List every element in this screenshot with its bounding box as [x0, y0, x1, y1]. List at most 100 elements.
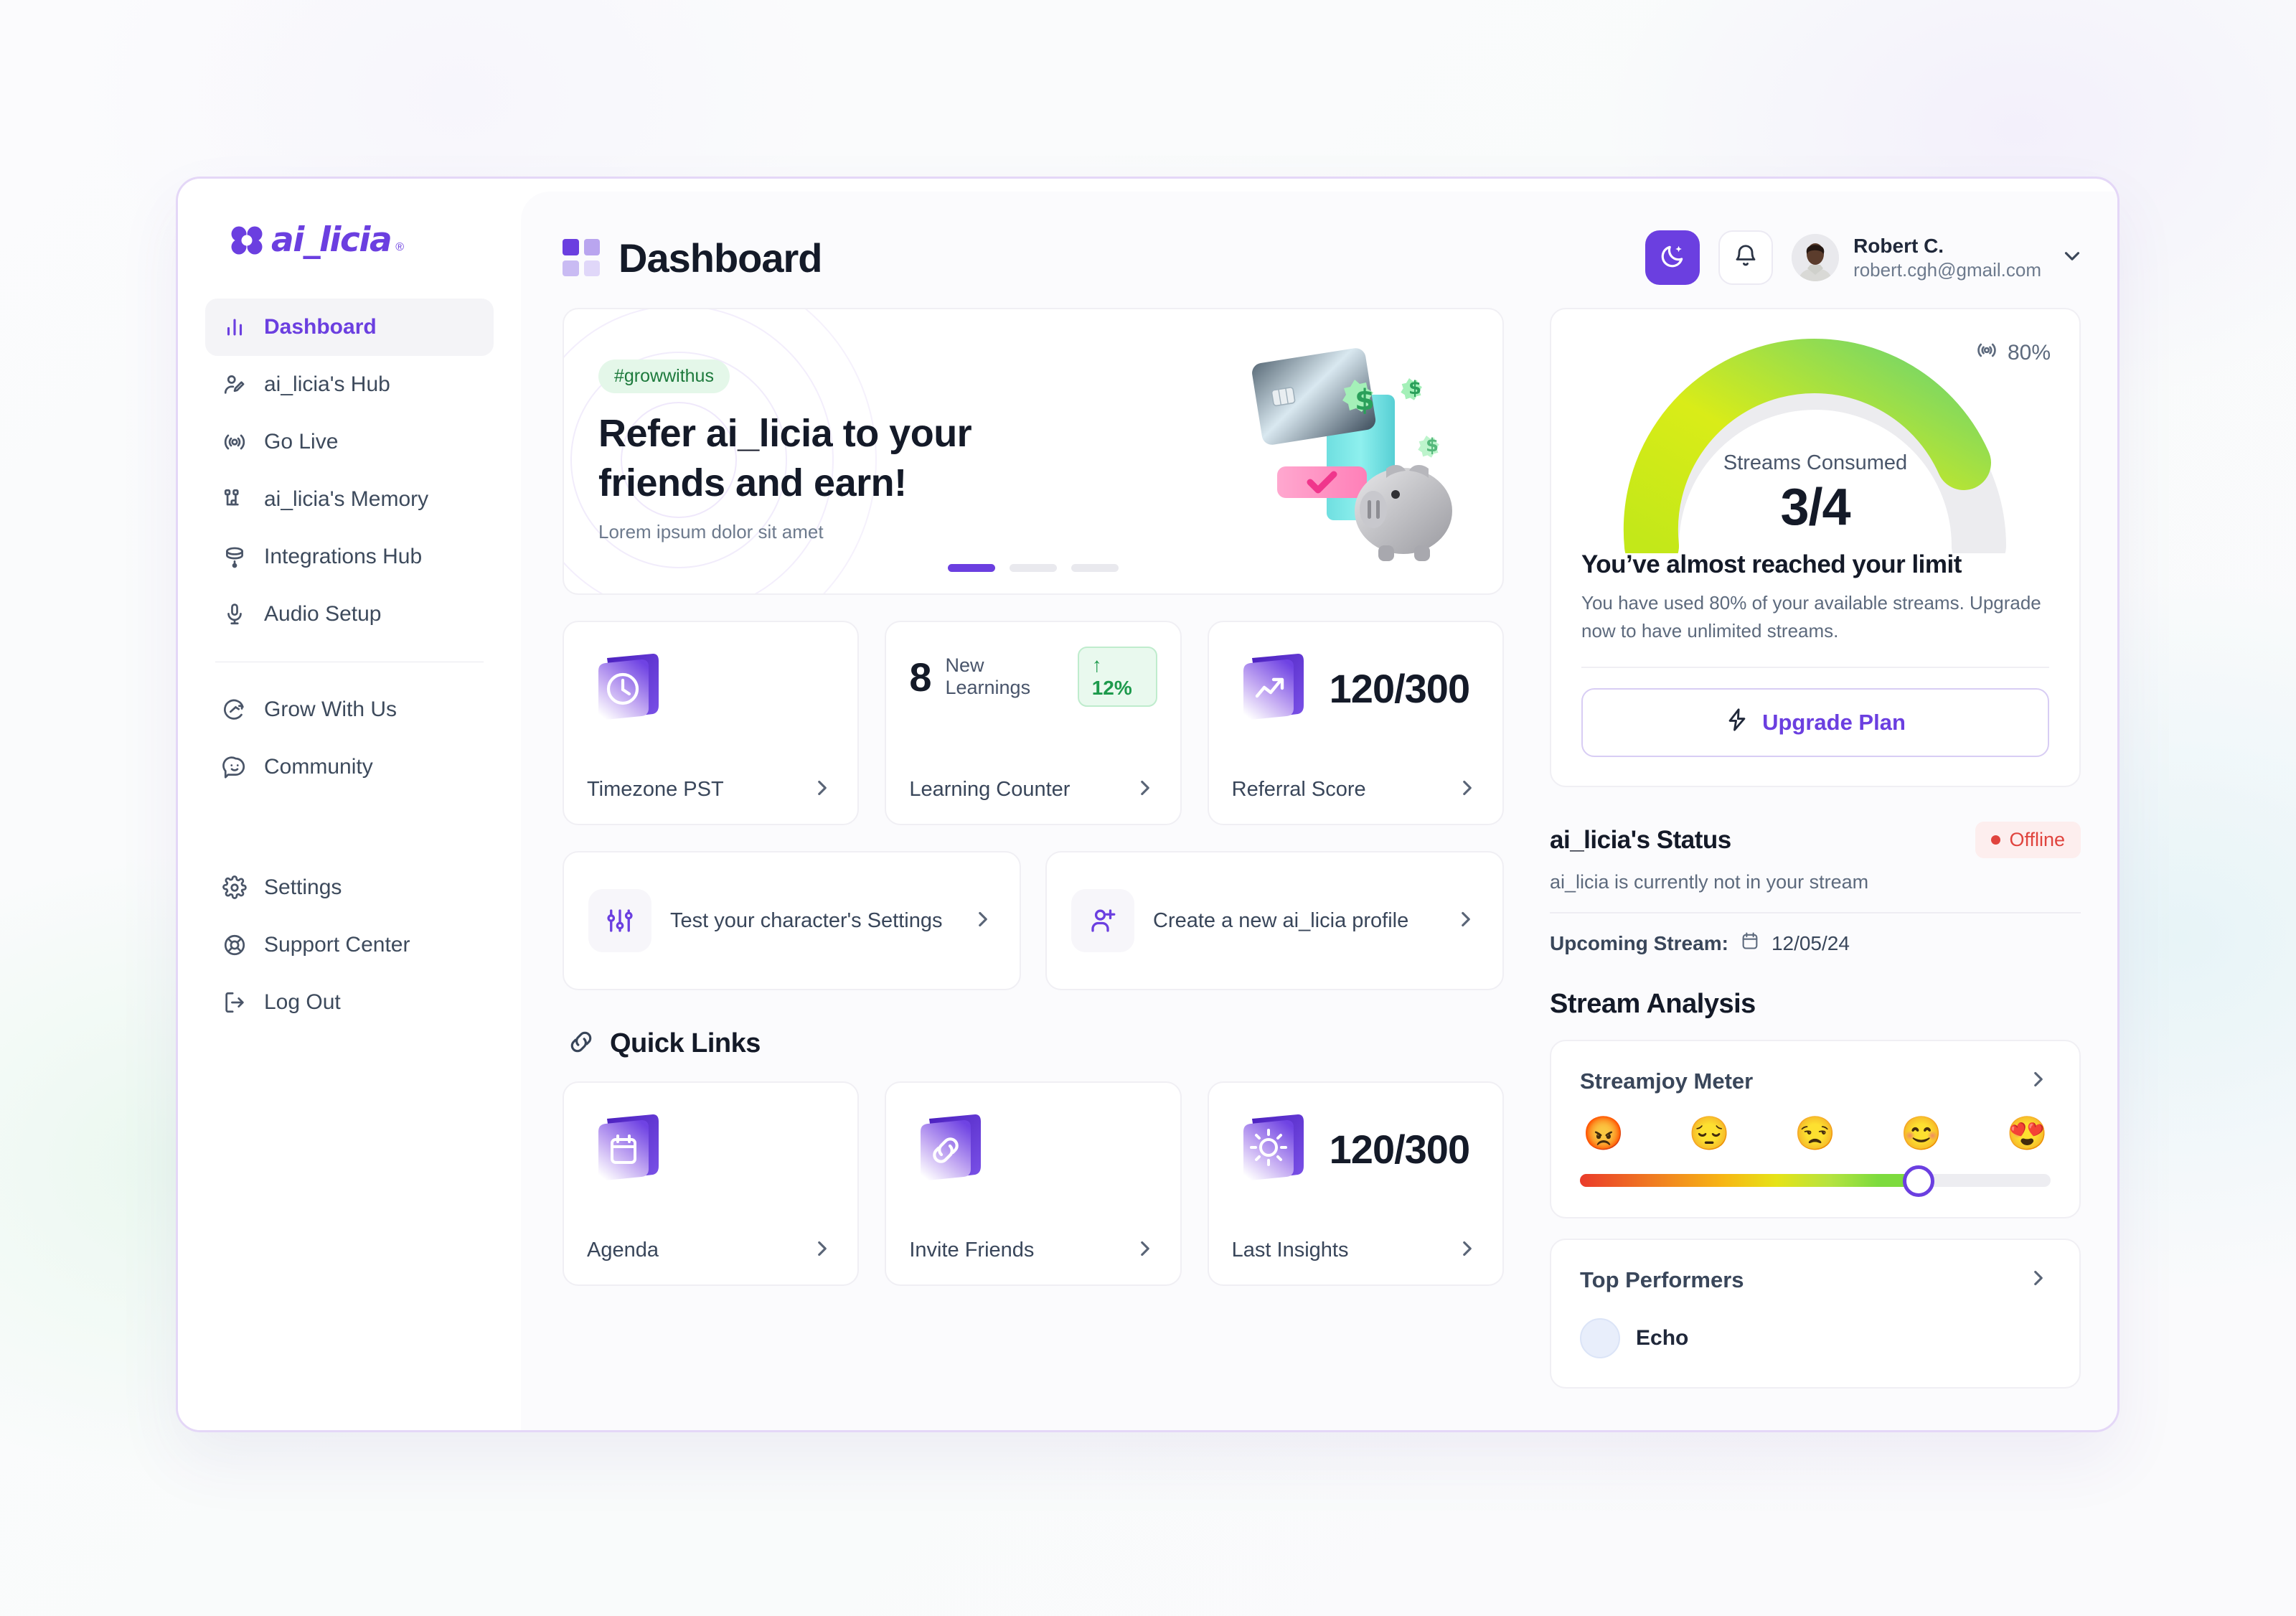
stat-card-learning-counter[interactable]: 8 New Learnings ↑ 12% Learning Counter — [885, 621, 1182, 825]
sidebar-item-label: Support Center — [264, 933, 410, 957]
list-item[interactable]: Echo — [1580, 1318, 2051, 1358]
streamjoy-slider[interactable] — [1580, 1165, 2051, 1197]
stat-top — [587, 1107, 834, 1190]
sidebar-item-label: Grow With Us — [264, 697, 397, 721]
sidebar-item-label: Community — [264, 755, 373, 779]
hashtag-badge: #growwithus — [598, 359, 730, 393]
stat-top — [909, 1107, 1157, 1190]
limit-heading: You’ve almost reached your limit — [1581, 550, 1962, 578]
user-email: robert.cgh@gmail.com — [1853, 259, 2041, 281]
quick-link-card-last-insights[interactable]: 120/300 Last Insights — [1207, 1081, 1504, 1286]
page-title-group: Dashboard — [563, 235, 822, 281]
upgrade-plan-button[interactable]: Upgrade Plan — [1581, 688, 2049, 757]
theme-toggle-button[interactable] — [1645, 230, 1700, 285]
stat-card-referral-score[interactable]: 120/300 Referral Score — [1207, 621, 1504, 825]
sidebar-nav: Dashboard ai_licia's Hub Go Live ai_lici… — [205, 299, 494, 1031]
stat-card-timezone[interactable]: Timezone PST — [563, 621, 860, 825]
sidebar-item-community[interactable]: Community — [205, 738, 494, 796]
mood-emoji-love: 😍 — [2006, 1114, 2048, 1152]
streams-usage-card: 80% Streams Consumed 3/4 You’ve almost r… — [1550, 308, 2081, 787]
content-columns: #growwithus Refer ai_licia to your frien… — [563, 308, 2084, 1389]
chevron-right-icon[interactable] — [1455, 776, 1479, 804]
main-content: Dashboard Robert C. robert.cgh@gmail.com… — [521, 192, 2117, 1430]
trend-folder-icon — [1232, 647, 1315, 730]
brand-logo[interactable]: ai_licia ® — [231, 220, 494, 260]
chevron-right-icon[interactable] — [2026, 1067, 2051, 1095]
stat-bottom: Last Insights — [1232, 1236, 1479, 1264]
user-menu[interactable]: Robert C. robert.cgh@gmail.com — [1792, 233, 2084, 282]
chevron-right-icon[interactable] — [810, 776, 834, 804]
quick-link-card-invite-friends[interactable]: Invite Friends — [885, 1081, 1182, 1286]
stat-bottom: Invite Friends — [909, 1236, 1157, 1264]
upcoming-stream-label: Upcoming Stream: — [1550, 931, 1728, 954]
quick-link-card-agenda[interactable]: Agenda — [563, 1081, 860, 1286]
link-chain-icon — [567, 1028, 596, 1060]
stat-top — [587, 647, 834, 730]
mood-emoji-row: 😡 😔 😒 😊 😍 — [1580, 1117, 2051, 1150]
carousel-dot-3[interactable] — [1071, 564, 1119, 572]
carousel-dot-2[interactable] — [1010, 564, 1057, 572]
chevron-right-icon[interactable] — [1454, 907, 1478, 935]
slider-knob[interactable] — [1903, 1165, 1935, 1197]
chevron-right-icon[interactable] — [810, 1236, 834, 1264]
mood-emoji-sad: 😔 — [1688, 1114, 1730, 1152]
upgrade-plan-label: Upgrade Plan — [1762, 710, 1906, 735]
gauge-readout: Streams Consumed 3/4 — [1581, 451, 2049, 537]
referral-banner: #growwithus Refer ai_licia to your frien… — [563, 308, 1504, 595]
sliders-icon — [588, 889, 651, 952]
chevron-right-icon[interactable] — [1133, 1236, 1157, 1264]
chevron-right-icon[interactable] — [1133, 776, 1157, 804]
sidebar-item-ai-licias-hub[interactable]: ai_licia's Hub — [205, 356, 494, 413]
upcoming-stream-date: 12/05/24 — [1771, 931, 1850, 954]
sidebar-item-log-out[interactable]: Log Out — [205, 974, 494, 1031]
sidebar-item-ai-licias-memory[interactable]: ai_licia's Memory — [205, 471, 494, 528]
action-card-create-profile[interactable]: Create a new ai_licia profile — [1045, 851, 1504, 990]
notifications-button[interactable] — [1718, 230, 1774, 285]
sidebar: ai_licia ® Dashboard ai_licia's Hub Go L… — [178, 179, 521, 1430]
chevron-right-icon[interactable] — [1455, 1236, 1479, 1264]
chevron-right-icon[interactable] — [2026, 1266, 2051, 1294]
performer-name: Echo — [1636, 1326, 1689, 1350]
top-performers-card[interactable]: Top Performers Echo — [1550, 1239, 2081, 1389]
sidebar-item-support-center[interactable]: Support Center — [205, 916, 494, 974]
carousel-dot-1[interactable] — [948, 564, 995, 572]
link-folder-icon — [909, 1107, 992, 1190]
lightning-bolt-icon — [1725, 708, 1749, 738]
clock-folder-icon — [587, 647, 670, 730]
banner-headline-line2: friends and earn! — [598, 461, 907, 504]
calendar-icon — [1740, 931, 1760, 956]
stat-bottom: Referral Score — [1232, 776, 1479, 804]
sidebar-item-label: Integrations Hub — [264, 545, 423, 568]
lifebuoy-icon — [221, 931, 248, 959]
streamjoy-meter-card[interactable]: Streamjoy Meter 😡 😔 😒 😊 😍 — [1550, 1040, 2081, 1218]
broadcast-icon — [221, 428, 248, 456]
sidebar-item-dashboard[interactable]: Dashboard — [205, 299, 494, 356]
sidebar-item-go-live[interactable]: Go Live — [205, 413, 494, 471]
stream-analysis-title: Stream Analysis — [1550, 989, 1756, 1019]
status-description: ai_licia is currently not in your stream — [1550, 871, 1869, 893]
user-name: Robert C. — [1853, 235, 1944, 258]
mood-emoji-happy: 😊 — [1901, 1114, 1942, 1152]
action-card-test-character-settings[interactable]: Test your character's Settings — [563, 851, 1021, 990]
divider — [1550, 912, 2081, 913]
action-cards: Test your character's Settings Create a … — [563, 851, 1504, 990]
svg-text:$: $ — [1408, 377, 1421, 399]
streamjoy-title: Streamjoy Meter — [1580, 1068, 1754, 1094]
chevron-down-icon[interactable] — [2060, 244, 2084, 272]
calendar-folder-icon — [587, 1107, 670, 1190]
sidebar-item-label: ai_licia's Hub — [264, 372, 390, 396]
sidebar-item-label: ai_licia's Memory — [264, 487, 429, 511]
chevron-right-icon[interactable] — [971, 907, 995, 935]
sidebar-item-settings[interactable]: Settings — [205, 859, 494, 916]
sidebar-item-integrations-hub[interactable]: Integrations Hub — [205, 528, 494, 586]
chat-smiley-icon — [221, 753, 248, 781]
sidebar-item-audio-setup[interactable]: Audio Setup — [205, 586, 494, 643]
credit-card-piggy-bank-illustration: $ $ $ — [1231, 328, 1468, 565]
svg-text:$: $ — [1426, 435, 1439, 456]
banner-headline: Refer ai_licia to your friends and earn! — [598, 409, 972, 508]
slider-fill — [1580, 1174, 1919, 1187]
sidebar-item-grow-with-us[interactable]: Grow With Us — [205, 681, 494, 738]
logout-icon — [221, 989, 248, 1016]
user-edit-icon — [221, 371, 248, 398]
